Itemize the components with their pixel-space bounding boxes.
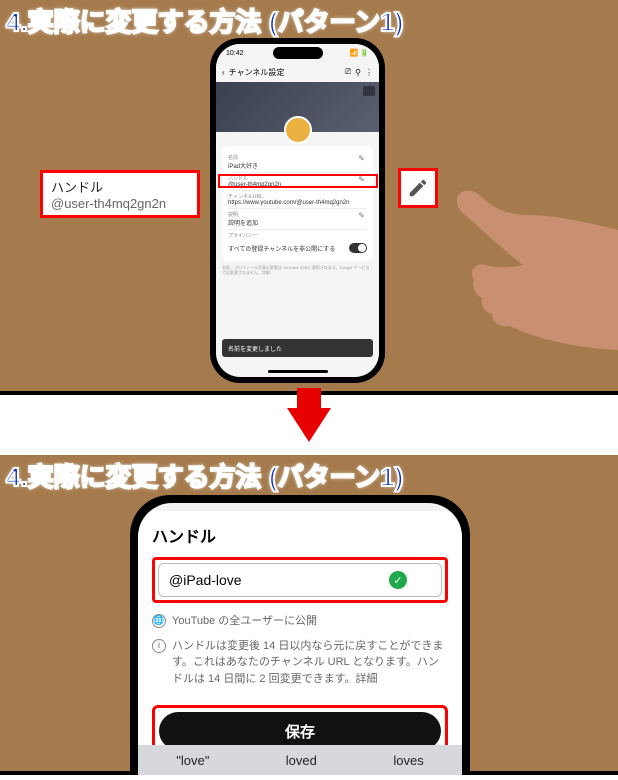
label-url: チャンネルURL — [228, 193, 367, 200]
edit-desc-icon[interactable]: ✎ — [358, 211, 365, 220]
value-url: https://www.youtube.com/@user-th4mq2gn2n — [228, 200, 367, 206]
toast: 名前を変更しました — [222, 339, 373, 357]
edit-name-icon[interactable]: ✎ — [358, 154, 365, 163]
camera-icon[interactable] — [363, 86, 375, 96]
public-info: 🌐 YouTube の全ユーザーに公開 — [152, 613, 448, 630]
dynamic-island — [273, 47, 323, 59]
header-title: チャンネル設定 — [229, 67, 285, 78]
edit-handle-icon[interactable]: ✎ — [358, 175, 365, 184]
cast-icon[interactable]: ⎚ — [345, 67, 351, 77]
highlight-input: @iPad-love ✓ — [152, 557, 448, 603]
value-handle: @user-th4mq2gn2n — [228, 182, 367, 188]
step-title-2: 4.実際に変更する方法 (パターン1) — [6, 457, 403, 494]
iphone-frame: 10:42 📶 🔋 ‹ チャンネル設定 ⎚ ⚲ ⋮ 名前 iPad大好き ✎ — [210, 38, 385, 383]
channel-banner — [216, 82, 379, 132]
label-privacy: プライバシー — [228, 232, 367, 239]
search-icon[interactable]: ⚲ — [355, 68, 361, 77]
public-text: YouTube の全ユーザーに公開 — [172, 613, 317, 630]
privacy-toggle[interactable] — [349, 243, 367, 253]
value-desc: 説明を追加 — [228, 218, 367, 227]
handle-info: i ハンドルは変更後 14 日以内なら元に戻すことができます。これはあなたのチャ… — [152, 638, 448, 688]
avatar[interactable] — [284, 116, 312, 144]
keyboard-suggestions[interactable]: "love" loved loves — [138, 745, 462, 775]
globe-icon: 🌐 — [152, 614, 166, 628]
label-handle: ハンドル — [228, 175, 367, 182]
more-icon[interactable]: ⋮ — [365, 68, 373, 77]
row-handle[interactable]: ハンドル @user-th4mq2gn2n ✎ — [228, 173, 367, 191]
row-desc[interactable]: 説明 説明を追加 ✎ — [228, 209, 367, 230]
row-privacy: プライバシー すべての登録チャンネルを非公開にする — [228, 230, 367, 255]
info-icon: i — [152, 639, 166, 653]
label-name: 名前 — [228, 154, 367, 161]
handle-input-value: @iPad-love — [169, 572, 242, 588]
pointing-hand — [448, 190, 618, 350]
save-label: 保存 — [285, 721, 315, 742]
callout-handle-value: @user-th4mq2gn2n — [51, 196, 189, 211]
kb-sugg-1[interactable]: "love" — [176, 753, 209, 768]
settings-card: 名前 iPad大好き ✎ ハンドル @user-th4mq2gn2n ✎ チャン… — [222, 146, 373, 261]
info-text: ハンドルは変更後 14 日以内なら元に戻すことができます。これはあなたのチャンネ… — [172, 638, 448, 688]
callout-handle: ハンドル @user-th4mq2gn2n — [40, 170, 200, 218]
check-icon: ✓ — [389, 571, 407, 589]
label-desc: 説明 — [228, 211, 367, 218]
sheet-title: ハンドル — [152, 523, 448, 547]
callout-edit-icon — [398, 168, 438, 208]
status-icons: 📶 🔋 — [350, 49, 369, 57]
row-url[interactable]: チャンネルURL https://www.youtube.com/@user-t… — [228, 191, 367, 209]
handle-edit-sheet: ハンドル @iPad-love ✓ 🌐 YouTube の全ユーザーに公開 i — [138, 511, 462, 775]
back-icon[interactable]: ‹ — [222, 68, 225, 77]
value-name: iPad大好き — [228, 161, 367, 170]
kb-sugg-2[interactable]: loved — [286, 753, 317, 768]
footer-note: 名前、プロフィール写真の変更は YouTube のみに適用されます。Google… — [222, 265, 373, 275]
clock: 10:42 — [226, 50, 244, 57]
home-indicator[interactable] — [268, 370, 328, 373]
flow-arrow — [0, 395, 618, 455]
arrow-down-icon — [287, 408, 331, 442]
privacy-sub: すべての登録チャンネルを非公開にする — [228, 244, 335, 253]
tutorial-panel-1: 4.実際に変更する方法 (パターン1) 10:42 📶 🔋 ‹ チャンネル設定 … — [0, 0, 618, 395]
handle-input[interactable]: @iPad-love ✓ — [158, 563, 442, 597]
step-title: 4.実際に変更する方法 (パターン1) — [6, 2, 403, 39]
kb-sugg-3[interactable]: loves — [393, 753, 423, 768]
iphone-frame-zoom: ハンドル @iPad-love ✓ 🌐 YouTube の全ユーザーに公開 i — [130, 495, 470, 775]
tutorial-panel-2: 4.実際に変更する方法 (パターン1) ハンドル @iPad-love ✓ 🌐 … — [0, 455, 618, 775]
row-name[interactable]: 名前 iPad大好き ✎ — [228, 152, 367, 173]
screen-header[interactable]: ‹ チャンネル設定 ⎚ ⚲ ⋮ — [216, 62, 379, 82]
callout-handle-title: ハンドル — [51, 177, 189, 196]
pencil-icon — [407, 177, 429, 199]
